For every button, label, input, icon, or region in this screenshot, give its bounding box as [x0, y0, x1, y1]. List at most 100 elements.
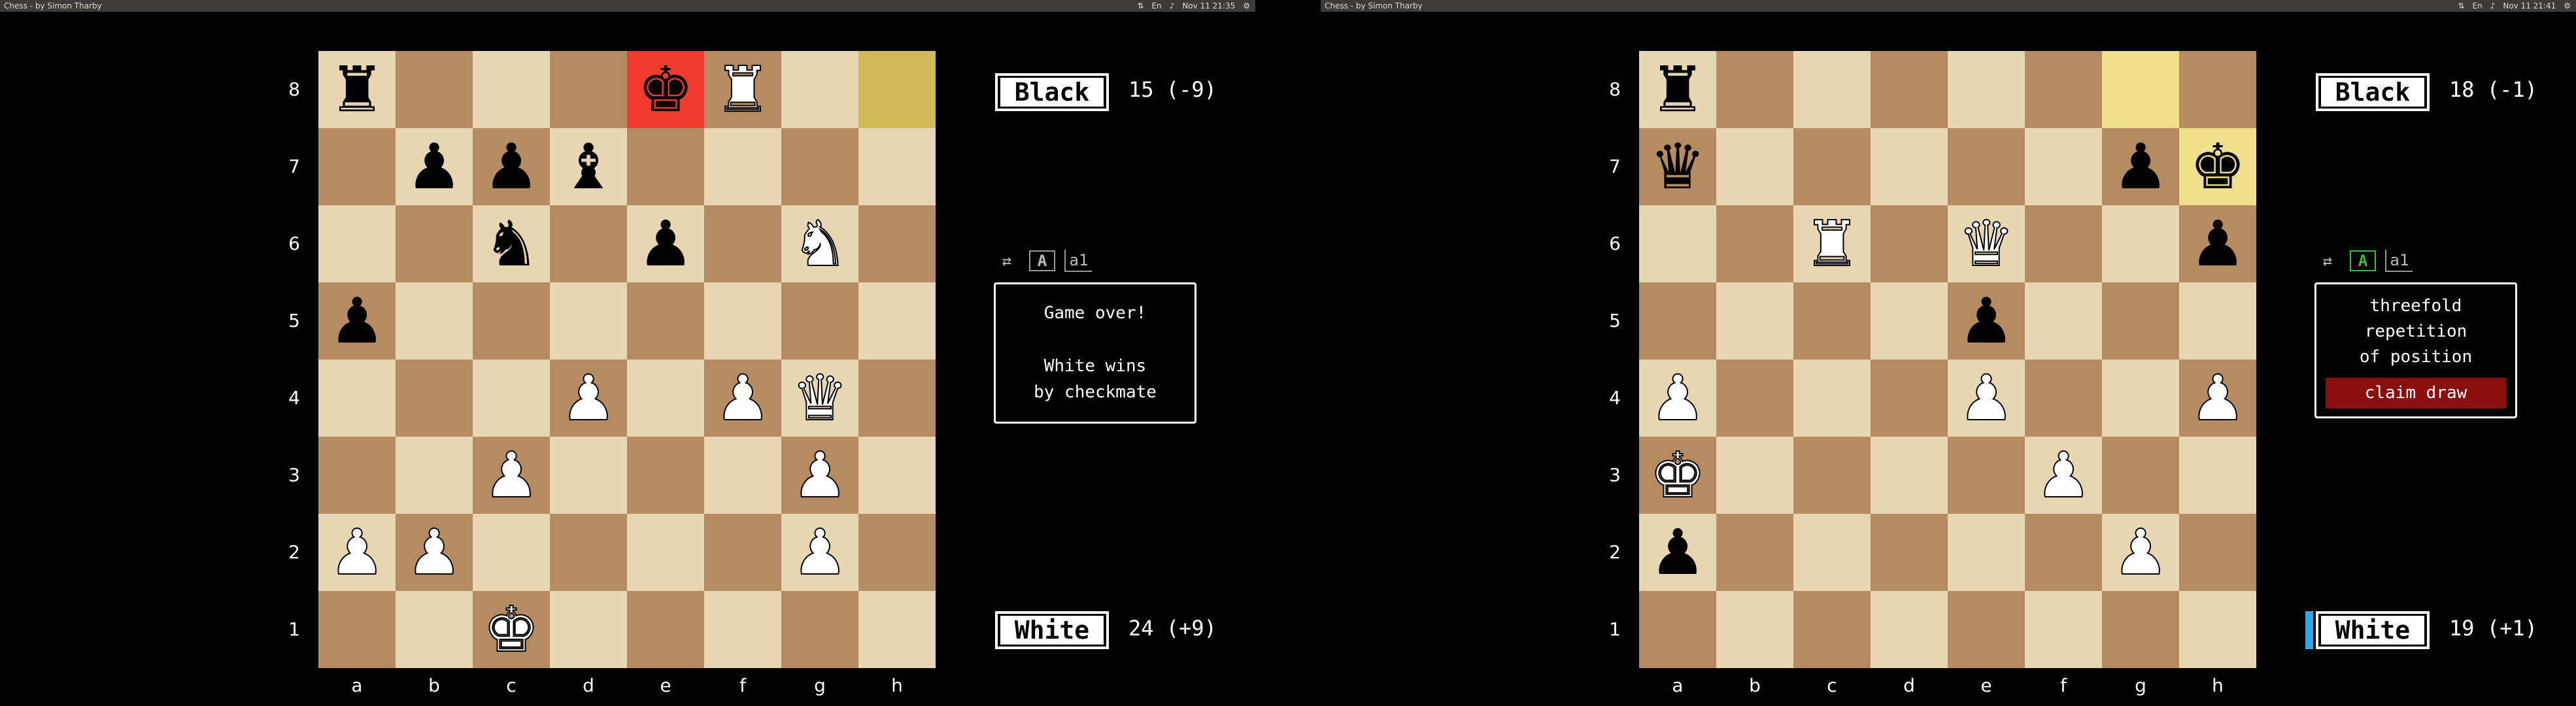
square-d2[interactable] — [550, 514, 627, 591]
square-e3[interactable] — [1948, 437, 2025, 514]
square-f6[interactable] — [704, 205, 781, 282]
white-queen-icon[interactable]: ♛ — [1957, 212, 2015, 276]
square-e7[interactable] — [627, 128, 704, 205]
square-a6[interactable] — [1639, 205, 1716, 282]
keyboard-icon[interactable]: En — [2472, 0, 2482, 12]
square-d3[interactable] — [550, 437, 627, 514]
square-d5[interactable] — [1871, 282, 1948, 360]
square-g2[interactable]: ♟ — [2102, 514, 2179, 591]
square-g4[interactable]: ♛ — [781, 360, 858, 437]
square-a1[interactable] — [1639, 591, 1716, 668]
square-h2[interactable] — [2179, 514, 2256, 591]
square-e3[interactable] — [627, 437, 704, 514]
square-c7[interactable]: ♟ — [473, 128, 550, 205]
square-d2[interactable] — [1871, 514, 1948, 591]
white-pawn-icon[interactable]: ♟ — [791, 520, 849, 584]
square-g8[interactable] — [781, 51, 858, 128]
square-e8[interactable] — [1948, 51, 2025, 128]
square-c5[interactable] — [1793, 282, 1871, 360]
square-f3[interactable] — [704, 437, 781, 514]
square-b5[interactable] — [396, 282, 473, 360]
square-h3[interactable] — [2179, 437, 2256, 514]
black-pawn-icon[interactable]: ♟ — [1650, 521, 1706, 584]
square-a6[interactable] — [318, 205, 396, 282]
square-b3[interactable] — [396, 437, 473, 514]
auto-play-toggle[interactable]: A — [2350, 250, 2376, 271]
clock[interactable]: Nov 11 21:41 — [2503, 0, 2556, 12]
square-f5[interactable] — [2025, 282, 2102, 360]
flip-board-icon[interactable]: ⇄ — [994, 250, 1020, 271]
square-h6[interactable]: ♟ — [2179, 205, 2256, 282]
coordinates-toggle[interactable]: a1 — [2385, 250, 2413, 272]
square-b8[interactable] — [396, 51, 473, 128]
white-pawn-icon[interactable]: ♟ — [1957, 366, 2015, 430]
square-b8[interactable] — [1716, 51, 1793, 128]
square-c2[interactable] — [1793, 514, 1871, 591]
black-pawn-icon[interactable]: ♟ — [406, 135, 462, 198]
white-pawn-icon[interactable]: ♟ — [560, 366, 617, 430]
square-b2[interactable] — [1716, 514, 1793, 591]
square-g2[interactable]: ♟ — [781, 514, 858, 591]
square-h4[interactable]: ♟ — [2179, 360, 2256, 437]
square-b7[interactable]: ♟ — [396, 128, 473, 205]
square-f4[interactable]: ♟ — [704, 360, 781, 437]
square-a5[interactable]: ♟ — [318, 282, 396, 360]
gear-icon[interactable]: ⚙ — [1243, 0, 1250, 12]
black-queen-icon[interactable]: ♛ — [1650, 135, 1706, 198]
square-b7[interactable] — [1716, 128, 1793, 205]
square-b4[interactable] — [1716, 360, 1793, 437]
black-pawn-icon[interactable]: ♟ — [637, 212, 694, 275]
square-c8[interactable] — [473, 51, 550, 128]
volume-icon[interactable]: ♪ — [2490, 0, 2496, 12]
white-pawn-icon[interactable]: ♟ — [2112, 520, 2169, 584]
square-h3[interactable] — [858, 437, 936, 514]
white-queen-icon[interactable]: ♛ — [791, 366, 849, 430]
network-icon[interactable]: ⇅ — [1137, 0, 1144, 12]
white-rook-icon[interactable]: ♜ — [1803, 212, 1861, 276]
square-e6[interactable]: ♟ — [627, 205, 704, 282]
black-knight-icon[interactable]: ♞ — [483, 212, 539, 275]
square-a7[interactable] — [318, 128, 396, 205]
square-b5[interactable] — [1716, 282, 1793, 360]
square-g5[interactable] — [2102, 282, 2179, 360]
square-d4[interactable]: ♟ — [550, 360, 627, 437]
square-h8[interactable] — [2179, 51, 2256, 128]
square-c4[interactable] — [473, 360, 550, 437]
square-c8[interactable] — [1793, 51, 1871, 128]
square-a3[interactable]: ♚ — [1639, 437, 1716, 514]
white-pawn-icon[interactable]: ♟ — [328, 520, 386, 584]
square-f2[interactable] — [2025, 514, 2102, 591]
square-f8[interactable]: ♜ — [704, 51, 781, 128]
square-c3[interactable]: ♟ — [473, 437, 550, 514]
square-b1[interactable] — [396, 591, 473, 668]
chess-board[interactable]: ♜ ♚ ♜ ♟ ♟ ♝ ♞ ♟ ♞ ♟ ♟ ♟ ♛ ♟ ♟ ♟ ♟ ♟ ♚ — [318, 51, 936, 668]
white-pawn-icon[interactable]: ♟ — [714, 366, 771, 430]
square-c6[interactable]: ♞ — [473, 205, 550, 282]
square-c4[interactable] — [1793, 360, 1871, 437]
square-h1[interactable] — [858, 591, 936, 668]
square-d7[interactable]: ♝ — [550, 128, 627, 205]
white-pawn-icon[interactable]: ♟ — [1649, 366, 1706, 430]
square-c1[interactable]: ♚ — [473, 591, 550, 668]
black-pawn-icon[interactable]: ♟ — [483, 135, 539, 198]
square-g4[interactable] — [2102, 360, 2179, 437]
white-pawn-icon[interactable]: ♟ — [2189, 366, 2246, 430]
square-f3[interactable]: ♟ — [2025, 437, 2102, 514]
square-e2[interactable] — [627, 514, 704, 591]
square-e5[interactable] — [627, 282, 704, 360]
black-pawn-icon[interactable]: ♟ — [1958, 290, 2014, 352]
black-rook-icon[interactable]: ♜ — [329, 58, 385, 121]
square-h7[interactable]: ♚ — [2179, 128, 2256, 205]
black-king-icon[interactable]: ♚ — [2190, 135, 2246, 198]
auto-play-toggle[interactable]: A — [1029, 250, 1055, 271]
white-pawn-icon[interactable]: ♟ — [2035, 443, 2092, 507]
square-g6[interactable] — [2102, 205, 2179, 282]
square-h5[interactable] — [2179, 282, 2256, 360]
square-f4[interactable] — [2025, 360, 2102, 437]
square-c7[interactable] — [1793, 128, 1871, 205]
square-c6[interactable]: ♜ — [1793, 205, 1871, 282]
square-h2[interactable] — [858, 514, 936, 591]
square-d1[interactable] — [550, 591, 627, 668]
square-d4[interactable] — [1871, 360, 1948, 437]
square-g8[interactable] — [2102, 51, 2179, 128]
